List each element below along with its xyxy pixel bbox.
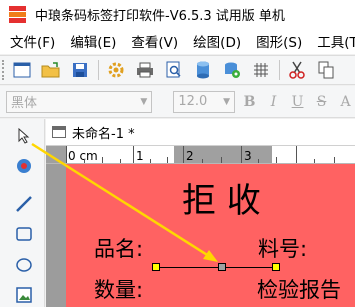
chevron-down-icon: ▼ bbox=[223, 96, 231, 107]
drawing-toolbar bbox=[0, 119, 45, 307]
database-settings-icon[interactable] bbox=[220, 59, 243, 81]
menu-tools[interactable]: 工具(T) bbox=[317, 31, 355, 51]
database-icon[interactable] bbox=[191, 59, 214, 81]
vertical-ruler bbox=[46, 164, 66, 307]
image-tool-icon[interactable] bbox=[13, 284, 35, 306]
app-logo-icon bbox=[9, 5, 26, 23]
line-mid-handle[interactable] bbox=[218, 263, 226, 271]
ruler-unit-label: 0 cm bbox=[68, 149, 98, 163]
grid-icon[interactable] bbox=[249, 59, 272, 81]
rectangle-tool-icon[interactable] bbox=[13, 223, 35, 245]
underline-button[interactable]: U bbox=[288, 91, 307, 113]
document-tab[interactable]: 未命名-1 * bbox=[46, 119, 355, 146]
menu-edit[interactable]: 编辑(E) bbox=[70, 31, 116, 51]
format-toolbar: 黑体 ▼ 12.0 ▼ B I U S A bbox=[0, 86, 355, 118]
font-size-value: 12.0 bbox=[178, 94, 208, 109]
ruler-mark-2: 2 bbox=[186, 149, 194, 163]
menu-view[interactable]: 查看(V) bbox=[131, 31, 178, 51]
chevron-down-icon: ▼ bbox=[140, 96, 148, 107]
cut-icon[interactable] bbox=[285, 59, 308, 81]
toolbar-separator bbox=[98, 60, 99, 80]
menu-bar: 文件(F) 编辑(E) 查看(V) 绘图(D) 图形(S) 工具(T) bbox=[0, 28, 355, 54]
copy-icon[interactable] bbox=[314, 59, 337, 81]
strikethrough-button[interactable]: S bbox=[312, 91, 331, 113]
font-family-select[interactable]: 黑体 ▼ bbox=[6, 90, 153, 113]
material-no-label[interactable]: 料号: bbox=[258, 233, 307, 263]
bold-button[interactable]: B bbox=[240, 91, 259, 113]
menu-shape[interactable]: 图形(S) bbox=[256, 31, 302, 51]
open-icon[interactable] bbox=[39, 59, 62, 81]
document-tab-label: 未命名-1 * bbox=[72, 126, 135, 142]
title-bar: 中琅条码标签打印软件-V6.5.3 试用版 单机 bbox=[0, 0, 355, 28]
main-toolbar bbox=[0, 55, 355, 85]
menu-draw[interactable]: 绘图(D) bbox=[193, 31, 241, 51]
new-icon[interactable] bbox=[10, 59, 33, 81]
select-pointer-icon[interactable] bbox=[13, 125, 35, 147]
label-title-text[interactable]: 拒 收 bbox=[182, 173, 261, 222]
italic-button[interactable]: I bbox=[264, 91, 283, 113]
document-area: 未命名-1 * 0 cm 1 2 3 拒 收 品名: 料号: 数量: 检验报告 bbox=[46, 119, 355, 307]
font-size-select[interactable]: 12.0 ▼ bbox=[173, 90, 236, 113]
label-canvas[interactable]: 拒 收 品名: 料号: 数量: 检验报告 bbox=[66, 164, 355, 307]
horizontal-ruler: 0 cm 1 2 3 bbox=[46, 146, 355, 164]
menu-file[interactable]: 文件(F) bbox=[10, 31, 55, 51]
font-family-value: 黑体 bbox=[11, 96, 38, 111]
selected-line-shape[interactable] bbox=[155, 267, 278, 268]
toolbar-grip[interactable] bbox=[2, 60, 6, 80]
document-icon bbox=[52, 126, 66, 138]
quantity-label[interactable]: 数量: bbox=[94, 274, 143, 304]
ruler-mark-1: 1 bbox=[136, 149, 144, 163]
line-start-handle[interactable] bbox=[152, 263, 160, 271]
inspection-report-label[interactable]: 检验报告 bbox=[257, 274, 341, 304]
font-color-button[interactable]: A bbox=[336, 91, 355, 113]
line-tool-icon[interactable] bbox=[13, 193, 35, 215]
barcode-tool-icon[interactable] bbox=[13, 155, 35, 177]
print-icon[interactable] bbox=[133, 59, 156, 81]
product-name-label[interactable]: 品名: bbox=[94, 233, 143, 263]
toolbar-separator bbox=[279, 60, 280, 80]
line-end-handle[interactable] bbox=[272, 263, 280, 271]
print-preview-icon[interactable] bbox=[162, 59, 185, 81]
settings-icon[interactable] bbox=[104, 59, 127, 81]
save-icon[interactable] bbox=[68, 59, 91, 81]
window-title: 中琅条码标签打印软件-V6.5.3 试用版 单机 bbox=[35, 8, 285, 24]
ruler-mark-3: 3 bbox=[244, 149, 252, 163]
ellipse-tool-icon[interactable] bbox=[13, 254, 35, 276]
